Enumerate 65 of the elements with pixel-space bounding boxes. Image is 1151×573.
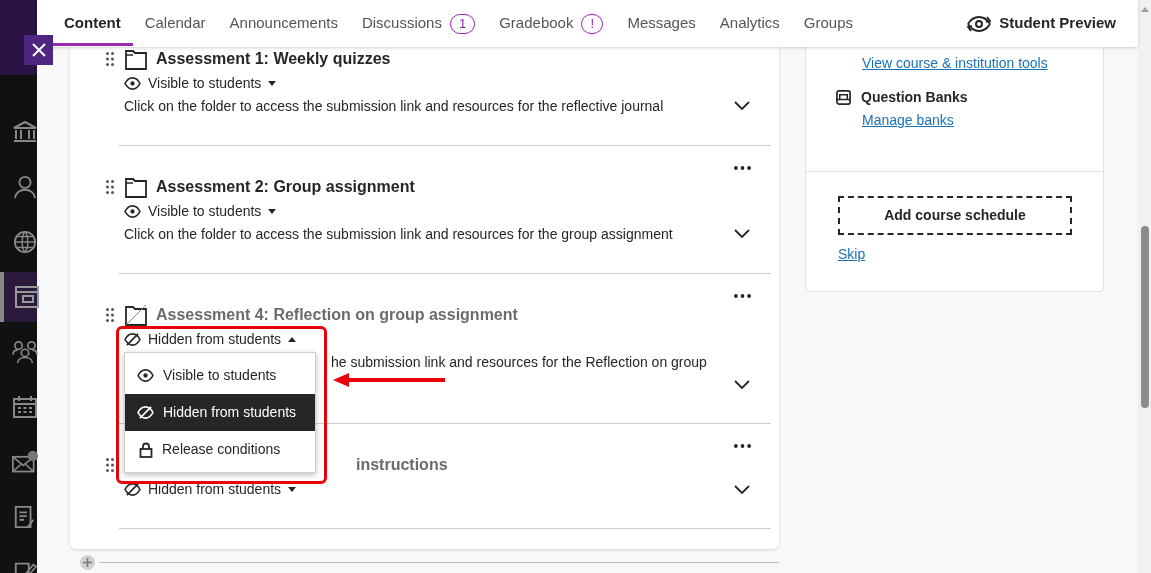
eye-icon bbox=[137, 369, 154, 382]
menu-item[interactable]: Release conditions bbox=[125, 431, 315, 468]
folder-icon bbox=[125, 304, 147, 326]
item-title[interactable]: Assessment 4: Reflection on group assignment bbox=[156, 303, 518, 327]
nav-tab[interactable]: Groups bbox=[791, 0, 866, 47]
scroll-thumb[interactable] bbox=[1140, 226, 1149, 408]
close-icon bbox=[31, 43, 46, 57]
hidden-eye-icon bbox=[124, 332, 141, 346]
eye-icon bbox=[965, 13, 994, 34]
skip-link[interactable]: Skip bbox=[838, 244, 866, 265]
calendar-icon bbox=[11, 395, 38, 419]
lock-icon bbox=[139, 441, 153, 458]
chevron-down-icon[interactable] bbox=[734, 229, 750, 238]
more-options-icon[interactable] bbox=[733, 294, 751, 298]
hidden-eye-icon bbox=[124, 482, 141, 496]
drag-handle-icon[interactable] bbox=[106, 308, 114, 322]
visibility-dropdown[interactable]: Hidden from students bbox=[119, 327, 297, 351]
item-description: he submission link and resources for the Reflection on group bbox=[331, 354, 707, 370]
caret-icon bbox=[268, 208, 277, 214]
nav-tab[interactable]: Content bbox=[52, 0, 133, 47]
nav-tab[interactable]: Messages bbox=[615, 0, 708, 47]
envelope-icon bbox=[11, 450, 38, 474]
globe-icon bbox=[11, 230, 38, 254]
eye-icon bbox=[124, 76, 141, 90]
item-title[interactable]: Assessment 2: Group assignment bbox=[156, 175, 415, 199]
item-description: Click on the folder to access the submission link and resources for the group assignment bbox=[124, 226, 673, 242]
menu-item[interactable]: Hidden from students bbox=[125, 394, 315, 431]
nav-tab[interactable]: Calendar bbox=[132, 0, 218, 47]
caret-icon bbox=[268, 80, 277, 86]
manage-banks-link[interactable]: Manage banks bbox=[862, 110, 954, 131]
visibility-dropdown[interactable]: Hidden from students bbox=[119, 477, 297, 501]
add-content-button[interactable] bbox=[80, 555, 95, 570]
more-options-icon[interactable] bbox=[733, 166, 751, 170]
nav-tab[interactable]: Analytics bbox=[707, 0, 792, 47]
folder-icon bbox=[125, 176, 147, 198]
menu-item[interactable]: Visible to students bbox=[125, 357, 315, 394]
chevron-down-icon[interactable] bbox=[734, 380, 750, 389]
caret-icon bbox=[288, 486, 297, 492]
hidden-eye-icon bbox=[137, 406, 154, 419]
folder-icon bbox=[125, 48, 147, 70]
item-title[interactable]: Assessment 1: Weekly quizzes bbox=[156, 47, 391, 71]
institution-icon bbox=[11, 120, 38, 144]
tools-link[interactable]: View course & institution tools bbox=[862, 53, 1048, 74]
visibility-dropdown[interactable]: Visible to students bbox=[119, 199, 277, 223]
person-icon bbox=[11, 175, 38, 199]
bank-icon bbox=[836, 90, 851, 105]
student-preview-button[interactable]: Student Preview bbox=[965, 12, 1116, 35]
chevron-down-icon[interactable] bbox=[734, 485, 750, 494]
add-schedule-button[interactable]: Add course schedule bbox=[838, 196, 1072, 235]
section-title: Question Banks bbox=[861, 88, 968, 107]
visibility-dropdown[interactable]: Visible to students bbox=[119, 71, 277, 95]
chevron-down-icon[interactable] bbox=[734, 101, 750, 110]
eye-icon bbox=[124, 204, 141, 218]
nav-tab[interactable]: Announcements bbox=[217, 0, 350, 47]
drag-handle-icon[interactable] bbox=[106, 458, 114, 472]
item-title[interactable]: instructions bbox=[356, 453, 448, 477]
drag-handle-icon[interactable] bbox=[106, 180, 114, 194]
window-icon bbox=[13, 285, 40, 309]
item-description: Click on the folder to access the submission link and resources for the reflective journal bbox=[124, 98, 664, 114]
more-options-icon[interactable] bbox=[733, 444, 751, 448]
caret-icon bbox=[288, 336, 297, 342]
sidebar-item[interactable] bbox=[0, 272, 37, 322]
people-icon bbox=[11, 340, 38, 364]
plus-icon bbox=[83, 558, 92, 567]
drag-handle-icon[interactable] bbox=[106, 52, 114, 66]
